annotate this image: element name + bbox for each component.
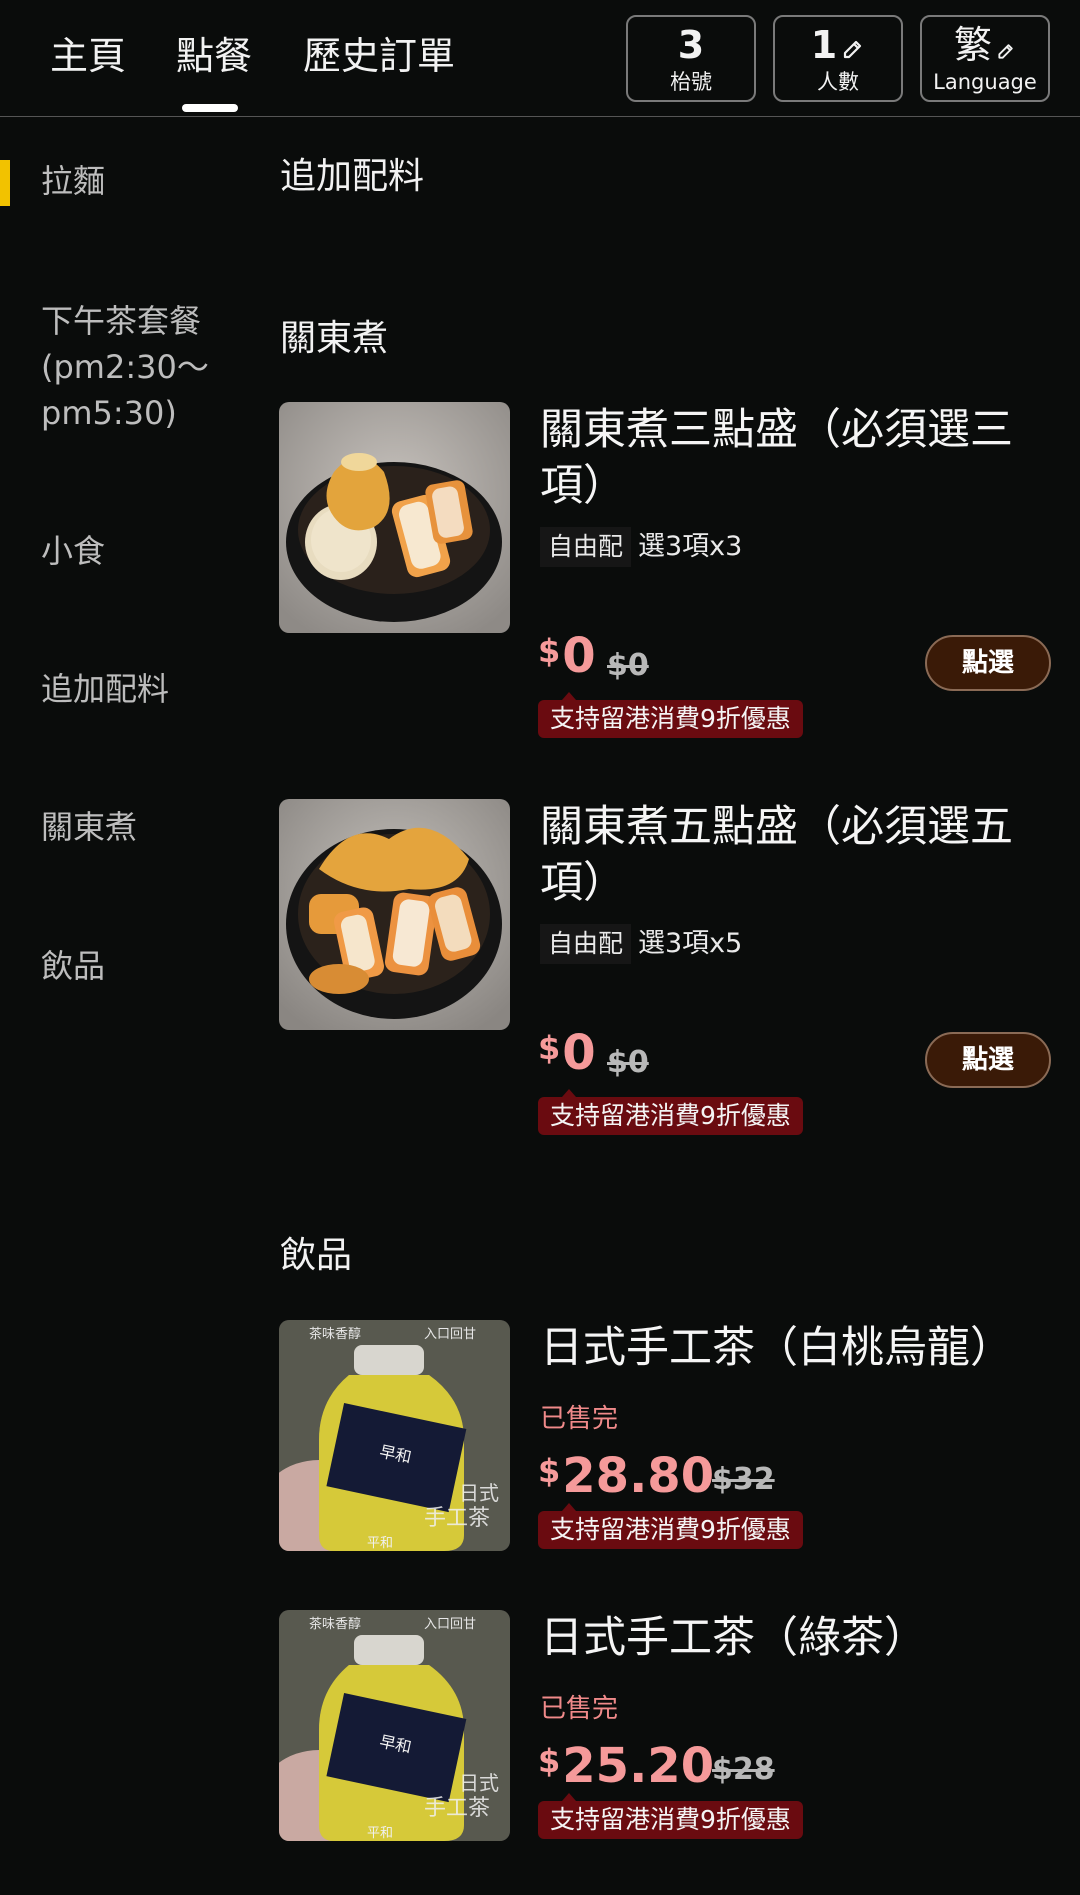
tea-footer-text: 平和 <box>367 1826 393 1841</box>
original-price: $32 <box>712 1462 775 1497</box>
price: $0 <box>538 628 596 684</box>
item-name-oden-5[interactable]: 關東煮五點盛（必須選五項） <box>540 799 1040 911</box>
people-count-value: 1 <box>810 23 838 67</box>
promo-badge: 支持留港消費9折優惠 <box>538 1793 803 1839</box>
people-count-row: 1 <box>775 23 901 70</box>
tea-brand-line1: 日式 <box>459 1771 499 1795</box>
price-amount: 0 <box>562 1025 596 1081</box>
tag-free-choice: 自由配 <box>540 527 632 567</box>
price-currency: $ <box>538 1029 561 1067</box>
tea-brand-line1: 日式 <box>459 1481 499 1505</box>
price-currency: $ <box>538 1742 561 1780</box>
table-number-value: 3 <box>677 23 705 67</box>
tag-choose-count: 選3項x5 <box>638 928 743 959</box>
tea-slogan-left: 茶味香醇 <box>309 1326 361 1342</box>
section-title-oden: 關東煮 <box>280 318 389 359</box>
edit-pencil-icon <box>841 26 865 70</box>
sidebar-item-ramen[interactable]: 拉麵 <box>41 158 105 204</box>
section-title-drinks: 飲品 <box>280 1235 353 1276</box>
tea-slogan-right: 入口回甘 <box>424 1617 476 1632</box>
price-currency: $ <box>538 1452 561 1490</box>
item-name-white-peach-oolong[interactable]: 日式手工茶（白桃烏龍） <box>540 1320 1040 1376</box>
tea-slogan-right: 入口回甘 <box>424 1327 476 1342</box>
language-label: Language <box>933 70 1037 94</box>
edit-pencil-icon <box>996 26 1016 70</box>
sold-out-label: 已售完 <box>540 1404 619 1434</box>
white-peach-oolong-tea-image[interactable]: 早和 茶味香醇 入口回甘 日式 手工茶 平和 <box>279 1320 510 1551</box>
select-button-oden-5[interactable]: 點選 <box>925 1032 1051 1088</box>
sidebar-item-snacks[interactable]: 小食 <box>41 528 105 574</box>
price-amount: 0 <box>562 628 596 684</box>
promo-badge: 支持留港消費9折優惠 <box>538 1089 803 1135</box>
sidebar-item-extra-toppings[interactable]: 追加配料 <box>41 666 169 712</box>
oden-5-image[interactable] <box>279 799 510 1030</box>
sold-out-label: 已售完 <box>540 1694 619 1724</box>
people-count-label: 人數 <box>817 70 859 94</box>
price: $28.80 <box>538 1448 714 1504</box>
tab-order-history[interactable]: 歷史訂單 <box>303 30 455 82</box>
tea-brand-line2: 手工茶 <box>424 1506 490 1531</box>
original-price: $0 <box>607 1045 649 1080</box>
top-bar: 主頁 點餐 歷史訂單 3 枱號 1 人數 繁 Language <box>0 0 1080 117</box>
section-title-extra-toppings: 追加配料 <box>280 156 425 197</box>
table-number-label: 枱號 <box>670 70 712 94</box>
select-button-oden-3[interactable]: 點選 <box>925 635 1051 691</box>
tea-brand-line2: 手工茶 <box>424 1796 490 1821</box>
tea-slogan-left: 茶味香醇 <box>309 1616 361 1632</box>
sidebar-item-oden[interactable]: 關東煮 <box>41 804 137 850</box>
price-amount: 25.20 <box>562 1738 715 1794</box>
original-price: $0 <box>607 648 649 683</box>
oden-3-image[interactable] <box>279 402 510 633</box>
table-number-button[interactable]: 3 枱號 <box>626 15 756 102</box>
item-name-oden-3[interactable]: 關東煮三點盛（必須選三項） <box>540 402 1040 514</box>
green-tea-image[interactable]: 早和 茶味香醇 入口回甘 日式 手工茶 平和 <box>279 1610 510 1841</box>
tag-free-choice: 自由配 <box>540 924 632 964</box>
price: $0 <box>538 1025 596 1081</box>
price-currency: $ <box>538 632 561 670</box>
sidebar-item-drinks[interactable]: 飲品 <box>41 943 105 989</box>
language-button[interactable]: 繁 Language <box>920 15 1050 102</box>
people-count-button[interactable]: 1 人數 <box>773 15 903 102</box>
sidebar-item-afternoon-tea-set[interactable]: 下午茶套餐(pm2:30～pm5:30) <box>41 298 241 436</box>
tab-home[interactable]: 主頁 <box>50 30 126 82</box>
active-tab-indicator <box>182 104 238 112</box>
sidebar-active-indicator <box>0 160 10 206</box>
original-price: $28 <box>712 1752 775 1787</box>
tea-footer-text: 平和 <box>367 1536 393 1551</box>
language-row: 繁 <box>922 23 1048 70</box>
tab-order[interactable]: 點餐 <box>176 30 252 82</box>
language-value: 繁 <box>953 23 992 67</box>
tag-choose-count: 選3項x3 <box>638 531 743 562</box>
promo-badge: 支持留港消費9折優惠 <box>538 692 803 738</box>
price-amount: 28.80 <box>562 1448 715 1504</box>
price: $25.20 <box>538 1738 714 1794</box>
promo-badge: 支持留港消費9折優惠 <box>538 1503 803 1549</box>
item-name-green-tea[interactable]: 日式手工茶（綠茶） <box>540 1610 1040 1666</box>
